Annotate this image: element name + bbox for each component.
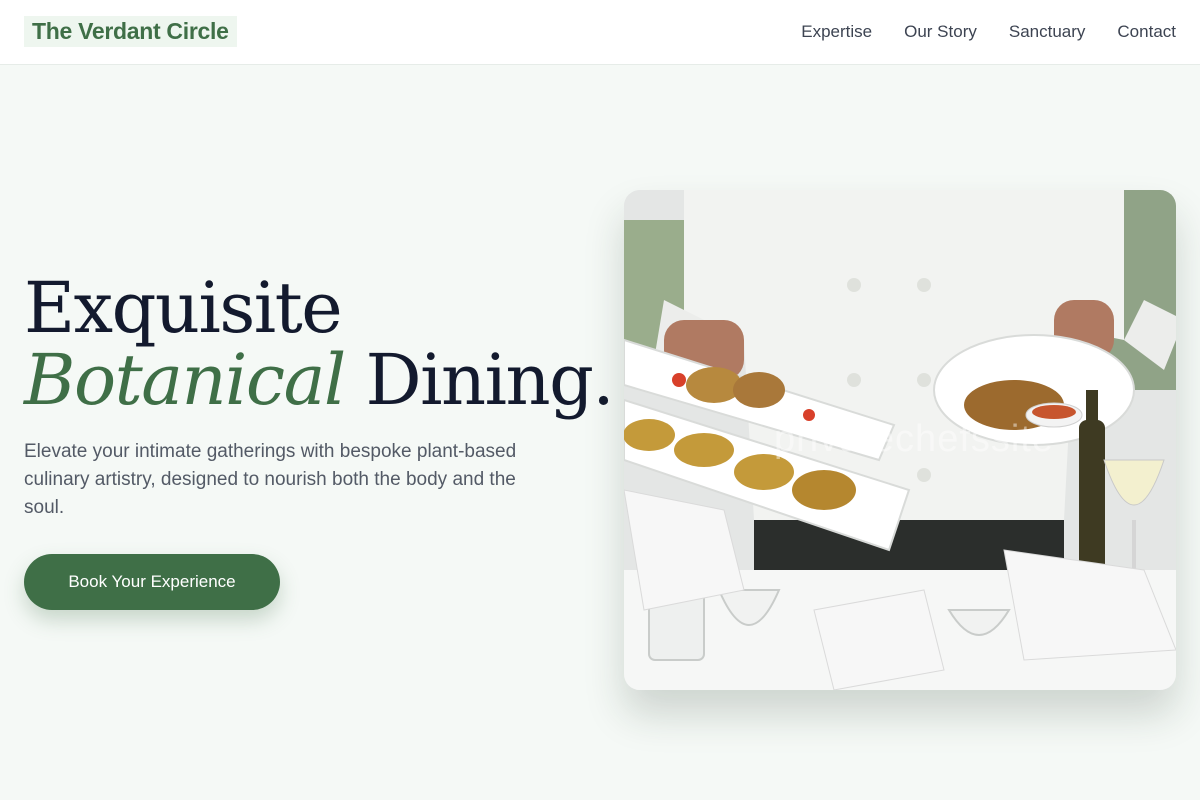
nav-link-contact[interactable]: Contact [1117, 20, 1176, 44]
main-nav: Expertise Our Story Sanctuary Contact [801, 20, 1176, 44]
site-header: The Verdant Circle Expertise Our Story S… [0, 0, 1200, 65]
hero-subtext: Elevate your intimate gatherings with be… [24, 441, 517, 518]
headline-emphasis: Botanical [24, 339, 346, 421]
nav-link-sanctuary[interactable]: Sanctuary [1009, 20, 1086, 44]
headline-line-2: Botanical Dining. [24, 344, 615, 416]
hero-image: privatechefssite [624, 190, 1176, 690]
headline-rest: Dining. [344, 339, 615, 421]
headline-line-1: Exquisite [24, 267, 343, 349]
nav-link-our-story[interactable]: Our Story [904, 20, 977, 44]
brand-logo[interactable]: The Verdant Circle [24, 16, 237, 47]
book-experience-button[interactable]: Book Your Experience [24, 554, 280, 610]
hero-headline: Exquisite Botanical Dining. [24, 267, 615, 416]
nav-link-expertise[interactable]: Expertise [801, 20, 872, 44]
image-watermark: privatechefssite [774, 418, 1055, 460]
